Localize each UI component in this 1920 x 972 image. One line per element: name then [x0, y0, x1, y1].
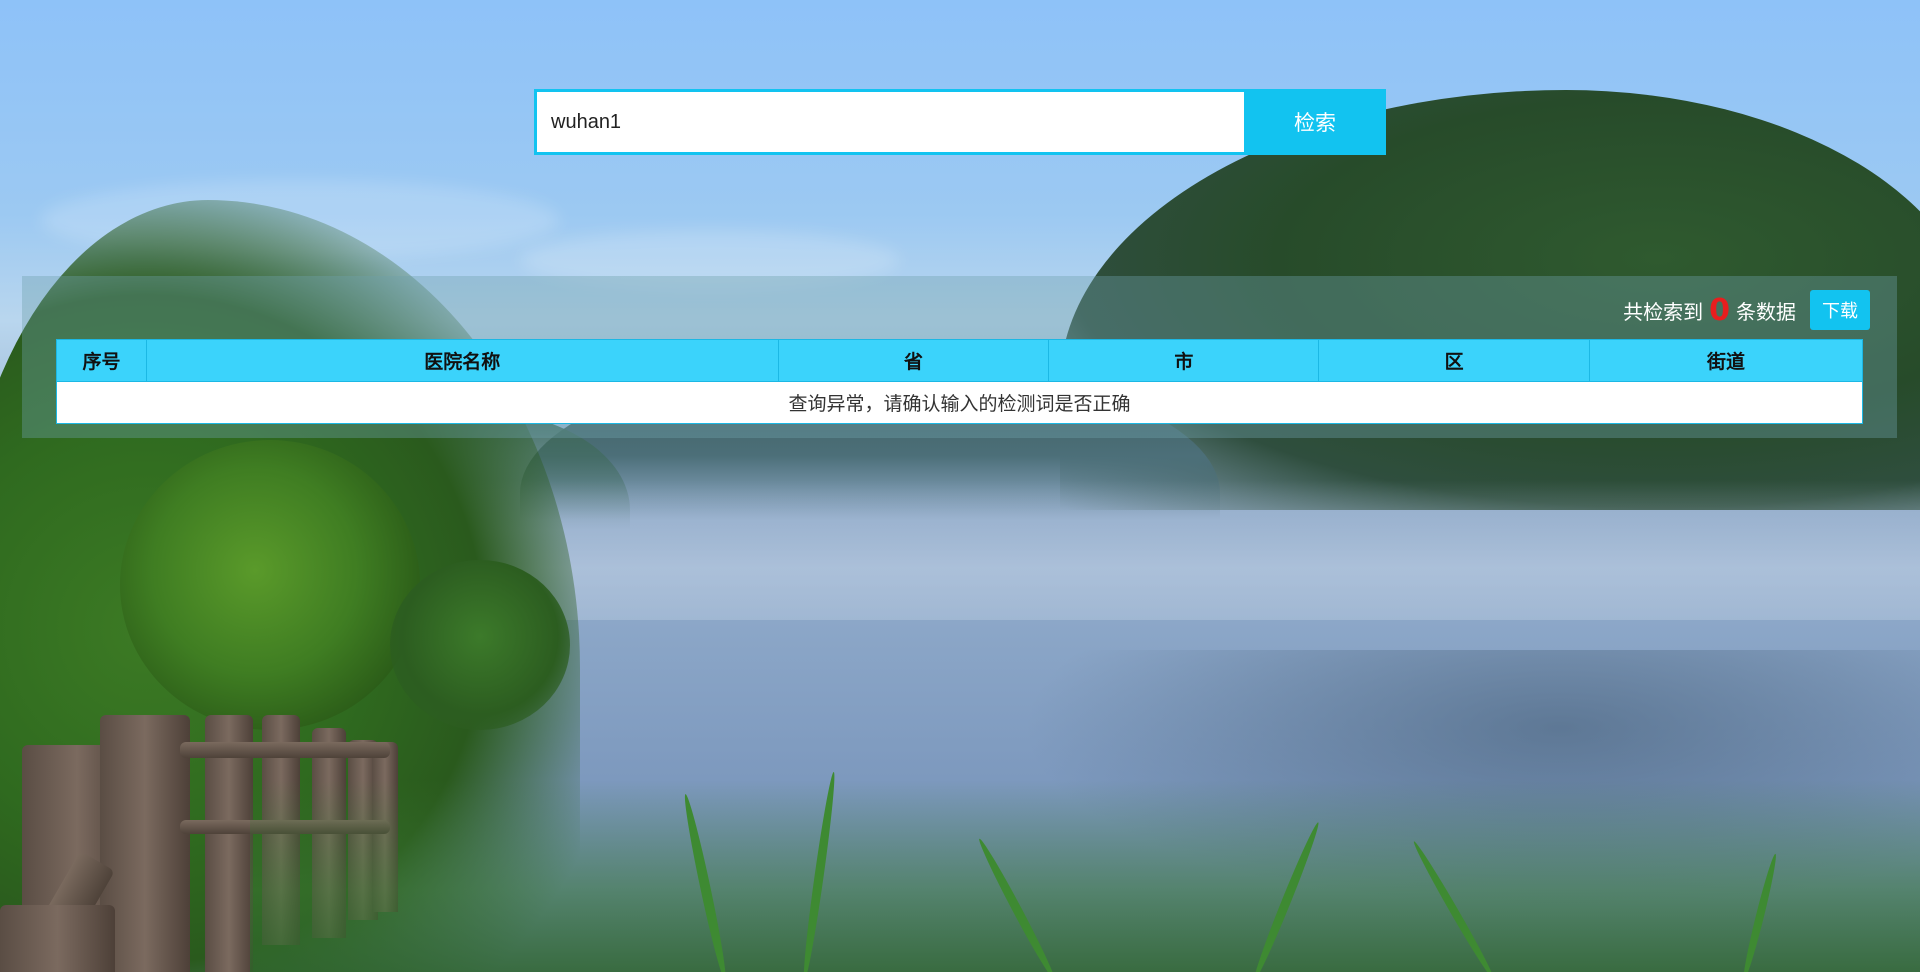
column-header-city: 市 — [1048, 339, 1320, 382]
result-summary: 共检索到 0 条数据 下载 — [1623, 290, 1870, 330]
result-count: 0 — [1709, 292, 1730, 328]
app-window: 检索 共检索到 0 条数据 下载 序号 医院名称 省 市 区 街道 查询异常，请… — [0, 0, 1920, 972]
column-header-hospital-name: 医院名称 — [145, 339, 779, 382]
search-input[interactable] — [534, 89, 1244, 155]
table-header-row: 序号 医院名称 省 市 区 街道 — [56, 339, 1863, 382]
background-bush — [390, 560, 570, 730]
column-header-index: 序号 — [56, 339, 147, 382]
search-bar: 检索 — [534, 89, 1386, 155]
column-header-street: 街道 — [1589, 339, 1863, 382]
background-fence-rail — [180, 742, 390, 758]
background-fence-post — [0, 905, 115, 972]
search-button[interactable]: 检索 — [1244, 89, 1386, 155]
results-table: 序号 医院名称 省 市 区 街道 查询异常，请确认输入的检测词是否正确 — [56, 339, 1863, 424]
result-summary-suffix: 条数据 — [1736, 299, 1796, 324]
background-grass — [250, 780, 1920, 972]
result-summary-prefix: 共检索到 — [1623, 299, 1704, 324]
background-bush — [120, 440, 420, 730]
table-row: 查询异常，请确认输入的检测词是否正确 — [56, 381, 1863, 424]
column-header-province: 省 — [777, 339, 1050, 382]
column-header-district: 区 — [1318, 339, 1591, 382]
download-button[interactable]: 下载 — [1810, 290, 1870, 330]
table-message: 查询异常，请确认输入的检测词是否正确 — [56, 381, 1863, 424]
